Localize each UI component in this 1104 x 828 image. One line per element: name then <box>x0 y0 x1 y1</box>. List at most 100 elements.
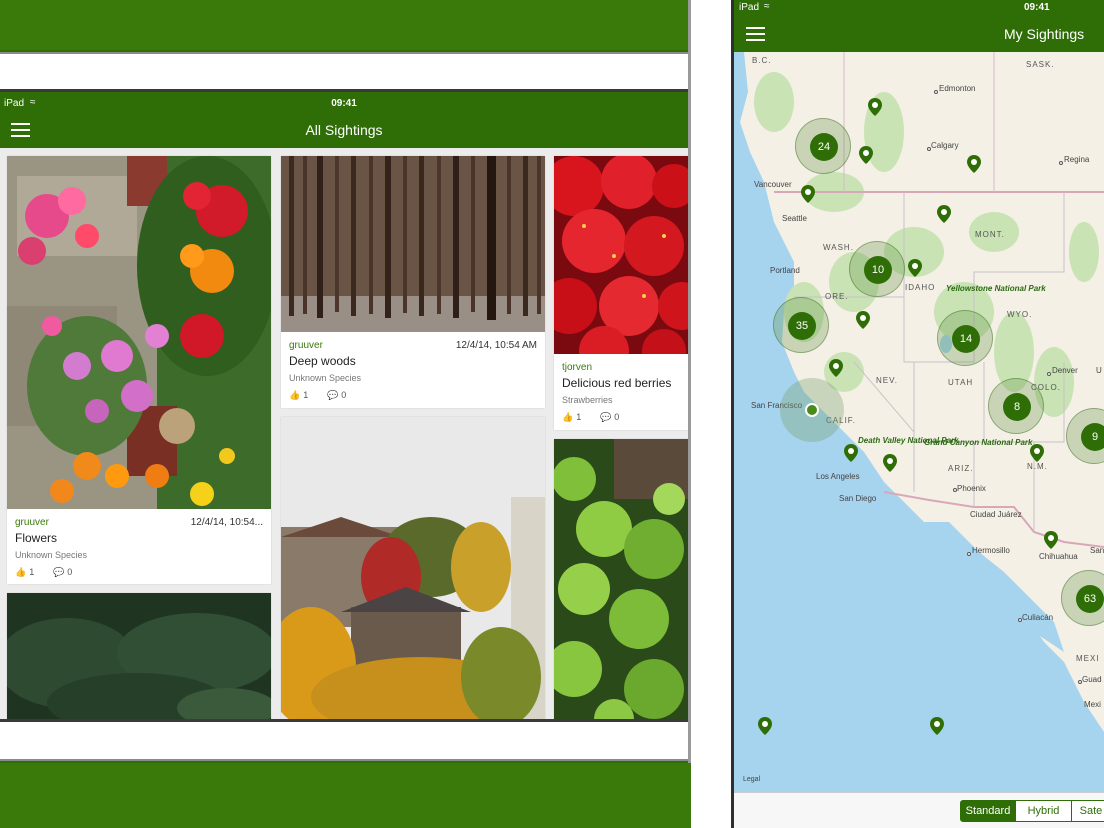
map-label-vancouver: Vancouver <box>754 180 792 189</box>
map-pin-icon[interactable] <box>1030 444 1044 462</box>
sighting-card-flowers[interactable]: gruuver 12/4/14, 10:54... Flowers Unknow… <box>7 156 271 584</box>
cluster-count: 8 <box>1003 393 1031 421</box>
nav-bar: All Sightings <box>0 113 688 148</box>
sighting-card-foliage[interactable] <box>7 593 271 719</box>
map-pin-icon[interactable] <box>937 205 951 223</box>
map-label-los-angeles: Los Angeles <box>816 472 860 481</box>
map-pin-icon[interactable] <box>859 146 873 164</box>
map-label-sask: SASK. <box>1026 60 1055 69</box>
map-pin-icon[interactable] <box>844 444 858 462</box>
my-sightings-screen: iPad ≈ 09:41 My Sightings B.C. SASK. Edm… <box>734 0 1104 828</box>
city-marker <box>1059 161 1063 165</box>
map-label-nev: NEV. <box>876 376 898 385</box>
card-user[interactable]: tjorven <box>562 362 592 373</box>
map-label-edmonton: Edmonton <box>939 84 976 93</box>
comments-count[interactable]: 💬 0 <box>53 567 72 578</box>
sighting-cluster[interactable]: 14 <box>937 310 993 366</box>
likes-value: 1 <box>303 390 309 400</box>
comment-icon: 💬 <box>600 412 612 422</box>
comments-value: 0 <box>614 412 620 422</box>
city-marker <box>934 90 938 94</box>
thumbs-up-icon: 👍 <box>15 567 27 577</box>
map-label-san: San <box>1090 546 1104 555</box>
cluster-count: 63 <box>1076 585 1104 613</box>
map-label-bc: B.C. <box>752 56 772 65</box>
map-label-wash: WASH. <box>823 243 854 252</box>
map-label-u: U <box>1096 366 1102 375</box>
map-view[interactable]: B.C. SASK. Edmonton Calgary Regina Vanco… <box>734 52 1104 792</box>
clock: 09:41 <box>1024 2 1050 13</box>
map-label-nm: N.M. <box>1027 462 1048 471</box>
comments-count[interactable]: 💬 0 <box>327 390 346 401</box>
map-label-mexico: MEXI <box>1076 654 1100 663</box>
map-pin-icon[interactable] <box>801 185 815 203</box>
page-title: My Sightings <box>1004 26 1085 42</box>
cluster-count: 35 <box>788 312 816 340</box>
sighting-cluster[interactable]: 10 <box>849 241 905 297</box>
thumbs-up-icon: 👍 <box>289 390 301 400</box>
comment-icon: 💬 <box>53 567 65 577</box>
photo-autumn <box>281 417 545 719</box>
left-device: iPad ≈ 09:41 All Sightings gruuver 12/4/… <box>0 0 691 828</box>
map-pin-icon[interactable] <box>856 311 870 329</box>
card-species: Strawberries <box>562 395 613 405</box>
card-title: Flowers <box>15 531 58 545</box>
map-label-death-valley: Death Valley National Park <box>858 436 959 445</box>
map-label-mexico-city: Mexi <box>1084 700 1101 709</box>
sighting-card-leaves[interactable] <box>554 439 688 719</box>
menu-icon[interactable] <box>746 27 765 41</box>
right-device: iPad ≈ 09:41 My Sightings B.C. SASK. Edm… <box>731 0 1104 828</box>
cluster-count: 10 <box>864 256 892 284</box>
map-label-mont: MONT. <box>975 230 1005 239</box>
likes-count[interactable]: 👍 1 <box>15 567 34 578</box>
card-info: gruuver 12/4/14, 10:54... Flowers Unknow… <box>7 509 271 584</box>
map-type-satellite[interactable]: Sate <box>1071 800 1104 822</box>
nav-bar: My Sightings <box>734 16 1104 52</box>
card-info: gruuver 12/4/14, 10:54 AM Deep woods Unk… <box>281 332 545 408</box>
card-user[interactable]: gruuver <box>289 340 323 351</box>
comments-count[interactable]: 💬 0 <box>600 412 619 423</box>
city-marker <box>1018 618 1022 622</box>
sighting-cluster[interactable]: 24 <box>795 118 851 174</box>
carrier-label: iPad <box>739 2 760 13</box>
sighting-card-berries[interactable]: tjorven Delicious red berries Strawberri… <box>554 156 688 430</box>
map-pin-icon[interactable] <box>930 717 944 735</box>
map-label-san-diego: San Diego <box>839 494 877 503</box>
sighting-card-deep-woods[interactable]: gruuver 12/4/14, 10:54 AM Deep woods Unk… <box>281 156 545 408</box>
map-pin-icon[interactable] <box>829 359 843 377</box>
map-pin-icon[interactable] <box>967 155 981 173</box>
map-pin-icon[interactable] <box>868 98 882 116</box>
comments-value: 0 <box>67 567 73 577</box>
sighting-cluster[interactable]: 8 <box>988 378 1044 434</box>
map-type-hybrid[interactable]: Hybrid <box>1015 800 1072 822</box>
sighting-card-autumn[interactable] <box>281 417 545 719</box>
map-label-chihuahua: Chihuahua <box>1039 552 1078 561</box>
map-pin-icon[interactable] <box>908 259 922 277</box>
legal-link[interactable]: Legal <box>743 776 760 783</box>
map-pin-icon[interactable] <box>1044 531 1058 549</box>
likes-count[interactable]: 👍 1 <box>562 412 581 423</box>
sighting-cluster[interactable]: 35 <box>773 297 829 353</box>
likes-value: 1 <box>576 412 582 422</box>
cluster-count: 14 <box>952 325 980 353</box>
bottom-blank-strip <box>0 719 688 761</box>
map-label-denver: Denver <box>1052 366 1078 375</box>
device-edge <box>688 0 691 828</box>
wifi-icon: ≈ <box>764 1 770 12</box>
map-label-seattle: Seattle <box>782 214 807 223</box>
map-label-grand-canyon: Grand Canyon National Park <box>924 438 1033 447</box>
map-label-ore: ORE. <box>825 292 849 301</box>
likes-count[interactable]: 👍 1 <box>289 390 308 401</box>
card-user[interactable]: gruuver <box>15 517 49 528</box>
map-pin-icon[interactable] <box>883 454 897 472</box>
map-label-guadalajara: Guad <box>1082 675 1102 684</box>
selected-location-dot[interactable] <box>805 403 819 417</box>
map-label-regina: Regina <box>1064 155 1090 164</box>
city-marker <box>953 488 957 492</box>
card-date: 12/4/14, 10:54 AM <box>455 340 537 351</box>
map-label-phoenix: Phoenix <box>957 484 986 493</box>
map-pin-icon[interactable] <box>758 717 772 735</box>
map-type-standard[interactable]: Standard <box>960 800 1016 822</box>
map-label-hermosillo: Hermosillo <box>972 546 1010 555</box>
map-type-toolbar: Standard Hybrid Sate <box>734 792 1104 828</box>
